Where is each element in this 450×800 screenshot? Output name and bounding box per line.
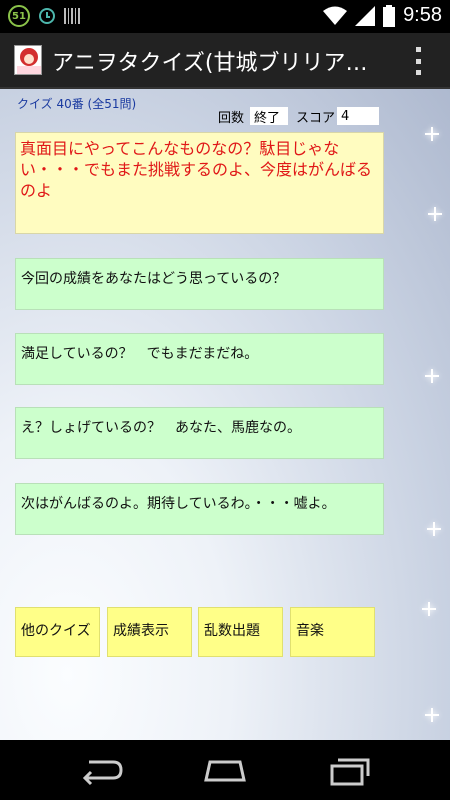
- barcode-icon: [64, 8, 80, 24]
- main-content: クイズ 40番 (全51問) 回数 終了 スコア 4 真面目にやってこんなものな…: [0, 89, 450, 740]
- back-icon[interactable]: [75, 754, 125, 786]
- recents-icon[interactable]: [326, 754, 376, 786]
- answer-option-4[interactable]: 次はがんばるのよ。期待しているわ。・・・嘘よ。: [15, 483, 384, 535]
- score-row: 回数 終了 スコア 4: [218, 107, 380, 126]
- battery-icon: [383, 4, 396, 27]
- question-box: 真面目にやってこんなものなの？駄目じゃない・・・でもまた挑戦するのよ、今度はがん…: [15, 132, 384, 234]
- sync-icon: [39, 8, 55, 24]
- navigation-bar: [0, 740, 450, 800]
- score-value: 4: [337, 107, 380, 125]
- score-label: スコア: [296, 110, 336, 126]
- answer-option-1[interactable]: 今回の成績をあなたはどう思っているの？: [15, 258, 384, 310]
- show-results-button[interactable]: 成績表示: [107, 607, 192, 657]
- app-logo-icon: [14, 45, 42, 75]
- sparkle-decoration: [422, 602, 436, 616]
- status-bar: 51 9:58: [0, 0, 450, 33]
- sparkle-decoration: [425, 127, 439, 141]
- signal-icon: [355, 5, 376, 26]
- home-icon[interactable]: [200, 754, 250, 786]
- other-quiz-button[interactable]: 他のクイズ: [15, 607, 100, 657]
- quiz-info: クイズ 40番 (全51問): [17, 97, 137, 111]
- sparkle-decoration: [425, 369, 439, 383]
- status-clock: 9:58: [403, 4, 442, 26]
- app-title: アニヲタクイズ(甘城ブリリア…: [52, 51, 368, 76]
- overflow-menu-icon[interactable]: [416, 47, 422, 75]
- round-value: 終了: [250, 107, 289, 126]
- wifi-icon: [323, 6, 348, 25]
- action-bar: アニヲタクイズ(甘城ブリリア…: [0, 33, 450, 89]
- round-label: 回数: [218, 110, 245, 126]
- sparkle-decoration: [427, 522, 441, 536]
- random-question-button[interactable]: 乱数出題: [198, 607, 283, 657]
- answer-option-2[interactable]: 満足しているの？ でもまだまだね。: [15, 333, 384, 385]
- sparkle-decoration: [428, 207, 442, 221]
- answer-option-3[interactable]: え？しょげているの？ あなた、馬鹿なの。: [15, 407, 384, 459]
- sparkle-decoration: [425, 708, 439, 722]
- notification-badge: 51: [8, 5, 30, 27]
- music-button[interactable]: 音楽: [290, 607, 375, 657]
